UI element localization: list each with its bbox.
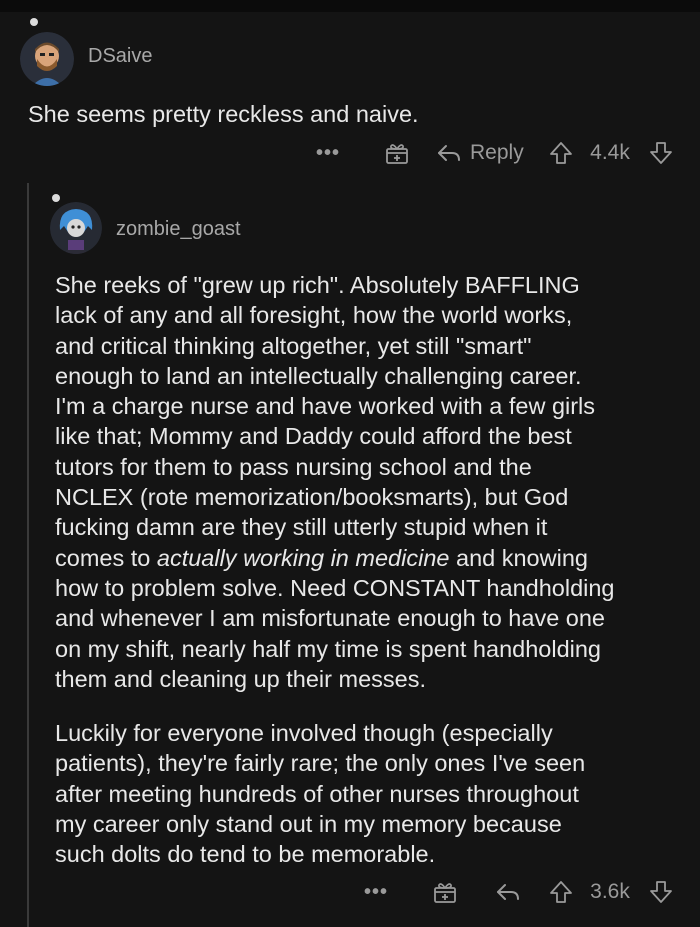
arrow-up-icon xyxy=(550,881,572,903)
comment-zombie-goast: zombie_goast She reeks of "grew up rich"… xyxy=(0,0,700,927)
avatar-zombie-goast-icon xyxy=(50,202,102,254)
reply-button[interactable] xyxy=(493,881,523,903)
upvote-button[interactable] xyxy=(546,879,576,905)
comment-body-zombie-goast: She reeks of "grew up rich". Absolutely … xyxy=(55,270,685,694)
award-button[interactable] xyxy=(430,879,460,905)
comment-text-italic: actually working in medicine xyxy=(156,544,450,571)
comment-text: She reeks of "grew up rich". Absolutely … xyxy=(55,272,596,571)
downvote-button[interactable] xyxy=(646,879,676,905)
avatar-antenna-dot xyxy=(52,194,60,202)
comment-paragraph-2: Luckily for everyone involved though (es… xyxy=(55,720,586,868)
more-options-button[interactable]: ••• xyxy=(361,881,391,904)
reply-arrow-icon xyxy=(497,884,519,900)
comment-actions-zombie-goast: ••• 3.6k xyxy=(0,872,700,912)
username-zombie-goast[interactable]: zombie_goast xyxy=(116,218,241,241)
gift-icon xyxy=(434,883,456,903)
score-zombie-goast: 3.6k xyxy=(590,880,630,903)
arrow-down-icon xyxy=(650,881,672,903)
user-avatar-zombie-goast[interactable] xyxy=(50,202,102,254)
